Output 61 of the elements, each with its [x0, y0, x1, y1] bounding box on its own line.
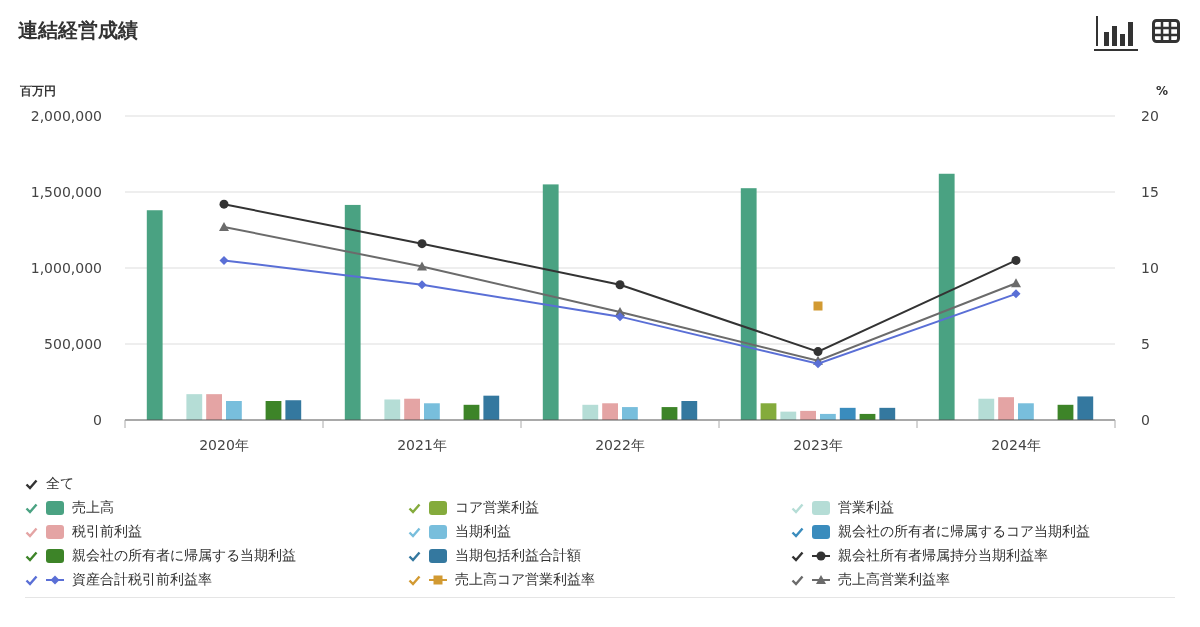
axis-label: 10 [1141, 260, 1159, 276]
legend-item[interactable]: 当期利益 [408, 523, 791, 541]
chart-bar [582, 404, 599, 420]
chart-bar [463, 404, 480, 420]
chart-bar [404, 398, 420, 420]
legend-item[interactable]: 税引前利益 [25, 523, 408, 541]
legend-item[interactable]: 親会社所有者帰属持分当期利益率 [791, 547, 1174, 565]
point [219, 221, 229, 231]
point [615, 280, 625, 290]
axis-title: % [1155, 84, 1168, 98]
point [813, 359, 823, 369]
legend-item[interactable]: 資産合計税引前利益率 [25, 571, 408, 589]
chart-bar [1057, 404, 1074, 420]
legend-toggle-all[interactable]: 全て [25, 475, 1175, 493]
point [1011, 255, 1021, 265]
point [813, 347, 823, 357]
axis-label: 2023年 [793, 437, 843, 453]
chart-bar [859, 413, 876, 420]
axis-label: 0 [1141, 412, 1150, 428]
chart-bar [800, 410, 816, 420]
point [615, 312, 625, 322]
axis-label: 2020年 [199, 437, 249, 453]
chart-bar [780, 411, 797, 420]
chart-bar [820, 413, 836, 420]
axis-label: 0 [93, 412, 102, 428]
legend-item[interactable]: 売上高営業利益率 [791, 571, 1174, 589]
point [1011, 278, 1021, 288]
chart-bar [998, 397, 1014, 420]
legend-item[interactable]: 売上高 [25, 499, 408, 517]
chart-bar [384, 399, 401, 420]
point [219, 255, 229, 265]
chart-view-button[interactable] [1094, 13, 1138, 51]
chart-bar [206, 394, 222, 420]
point [1011, 289, 1021, 299]
axis-label: 1,500,000 [30, 184, 102, 200]
axis-label: 5 [1141, 336, 1150, 352]
line-series [813, 301, 823, 311]
legend-item[interactable]: 親会社の所有者に帰属するコア当期利益 [791, 523, 1174, 541]
axis-label: 2024年 [991, 437, 1041, 453]
page-title: 連結経営成績 [18, 16, 138, 44]
chart-bar [285, 400, 302, 420]
chart-bar [1077, 396, 1094, 420]
legend-item[interactable]: 当期包括利益合計額 [408, 547, 791, 565]
axis-label: 2022年 [595, 437, 645, 453]
legend-item[interactable]: 親会社の所有者に帰属する当期利益 [25, 547, 408, 565]
point [417, 239, 427, 249]
axis-label: 2021年 [397, 437, 447, 453]
legend-item[interactable]: コア営業利益 [408, 499, 791, 517]
axis-title: 百万円 [20, 84, 56, 98]
axis-label: 1,000,000 [30, 260, 102, 276]
chart-bar [978, 398, 995, 420]
legend-item[interactable]: 営業利益 [791, 499, 1174, 517]
axis-label: 20 [1141, 108, 1159, 124]
point [219, 199, 229, 209]
chart-bar [483, 395, 500, 420]
axis-label: 15 [1141, 184, 1159, 200]
legend-item[interactable]: 売上高コア営業利益率 [408, 571, 791, 589]
axis-label: 2,000,000 [30, 108, 102, 124]
axis-label: 500,000 [44, 336, 102, 352]
chart-bar [186, 394, 203, 420]
point [417, 280, 427, 290]
